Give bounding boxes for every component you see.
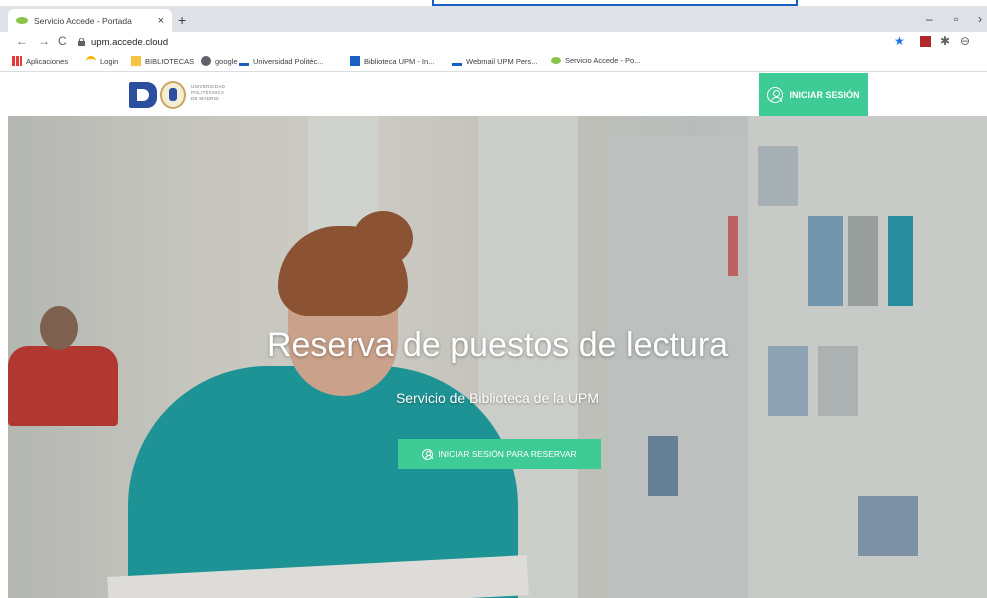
address-bar[interactable]: upm.accede.cloud	[78, 33, 882, 51]
bookmark-item[interactable]: Servicio Accede - Po...	[551, 56, 640, 65]
globe-icon	[201, 56, 211, 66]
bookmark-item[interactable]: Webmail UPM Pers...	[452, 56, 538, 66]
minimize-icon[interactable]: –	[926, 12, 933, 26]
apps-grid-icon	[12, 56, 22, 66]
close-icon[interactable]: ×	[158, 15, 164, 27]
cta-label: INICIAR SESIÓN PARA RESERVAR	[438, 449, 577, 459]
browser-tab[interactable]: Servicio Accede - Portada ×	[8, 9, 172, 32]
back-icon[interactable]: ←	[16, 34, 28, 48]
library-icon	[350, 56, 360, 66]
hero-banner: Reserva de puestos de lectura Servicio d…	[8, 116, 987, 598]
browser-tabstrip: Servicio Accede - Portada × + – ▫ ›	[0, 6, 987, 32]
profile-icon[interactable]: ⊖	[960, 34, 970, 48]
tab-title: Servicio Accede - Portada	[34, 15, 132, 26]
address-row: ← → C upm.accede.cloud ★ ✱ ⊖	[0, 32, 987, 52]
star-icon[interactable]: ★	[894, 34, 905, 48]
lock-icon	[78, 38, 85, 46]
puzzle-icon[interactable]: ✱	[940, 34, 950, 48]
bookmark-item[interactable]: google	[201, 56, 238, 66]
login-icon	[86, 56, 96, 66]
bookmark-item[interactable]: BIBLIOTECAS	[131, 56, 194, 66]
hero-subtitle: Servicio de Biblioteca de la UPM	[395, 390, 600, 406]
user-icon	[422, 448, 434, 460]
login-label: INICIAR SESIÓN	[789, 89, 860, 100]
leaf-icon	[16, 17, 28, 24]
upm-icon	[239, 56, 249, 66]
bookmark-item[interactable]: Universidad Politéc...	[239, 56, 323, 66]
bookmark-item[interactable]: Biblioteca UPM - In...	[350, 56, 434, 66]
bookmarks-bar: Aplicaciones Login BIBLIOTECAS google Un…	[0, 52, 987, 72]
biblioteca-logo[interactable]	[129, 82, 157, 108]
user-icon	[767, 86, 784, 103]
forward-icon[interactable]: →	[38, 34, 50, 48]
login-button[interactable]: INICIAR SESIÓN	[759, 73, 868, 116]
new-tab-button[interactable]: +	[178, 12, 186, 28]
leaf-icon	[551, 57, 561, 64]
folder-icon	[131, 56, 141, 66]
upm-icon	[452, 56, 462, 66]
login-to-reserve-button[interactable]: INICIAR SESIÓN PARA RESERVAR	[398, 439, 601, 469]
hero-title: Reserva de puestos de lectura	[266, 326, 729, 364]
reload-icon[interactable]: C	[58, 34, 67, 48]
bookmark-item[interactable]: Login	[86, 56, 118, 66]
extension-icon[interactable]	[920, 36, 931, 47]
close-window-icon[interactable]: ›	[978, 12, 982, 26]
site-header: UNIVERSIDAD POLITÉCNICA DE MADRID INICIA…	[8, 73, 987, 116]
bookmark-item[interactable]: Aplicaciones	[12, 56, 68, 66]
upm-logo-text: UNIVERSIDAD POLITÉCNICA DE MADRID	[191, 84, 226, 101]
upm-seal-logo[interactable]	[160, 81, 186, 109]
url-text: upm.accede.cloud	[91, 36, 169, 48]
maximize-icon[interactable]: ▫	[954, 12, 958, 26]
